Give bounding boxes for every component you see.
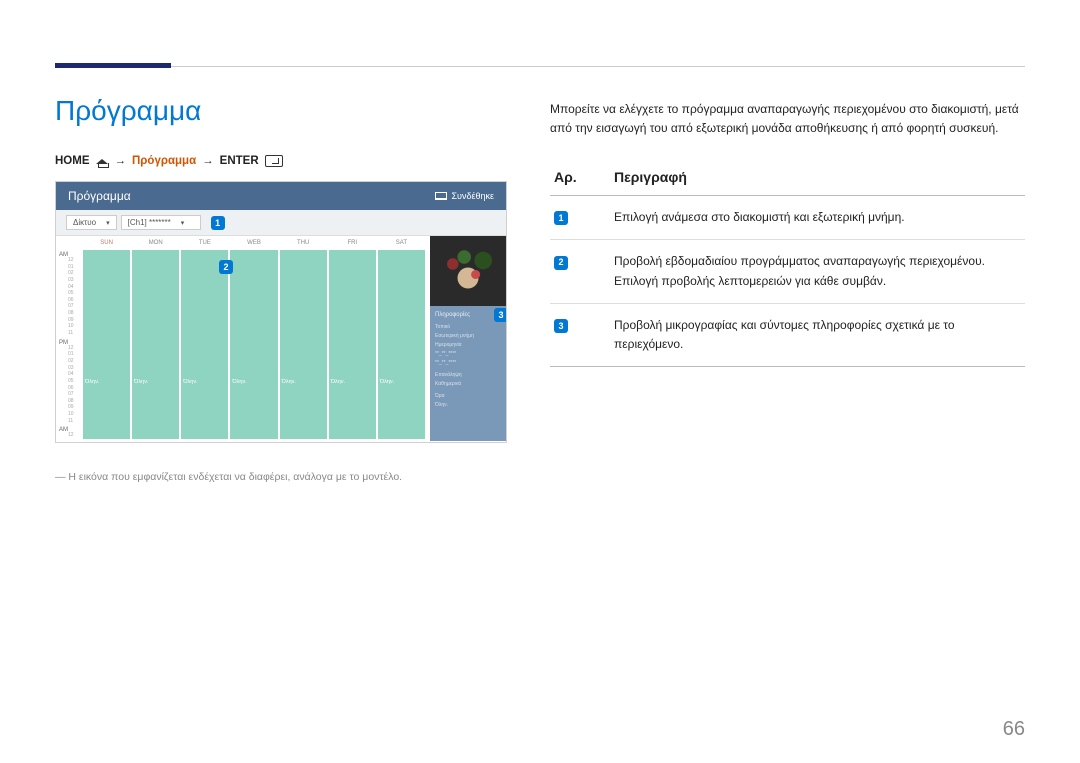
row-number-badge: 3 [554,319,568,333]
calendar-event[interactable]: Όλην. [378,250,425,439]
callout-3: 3 [494,308,507,322]
screenshot-mockup: Πρόγραμμα Συνδέθηκε Δίκτυο ▾ [Ch1] *****… [55,181,507,443]
channel-select[interactable]: [Ch1] ******* ▾ [121,215,201,230]
enter-icon [265,155,283,167]
mock-title: Πρόγραμμα [68,189,131,203]
chevron-down-icon: ▾ [106,219,110,227]
top-rule [55,66,1025,67]
left-column: Πρόγραμμα HOME → Πρόγραμμα → ENTER Πρόγρ… [55,95,507,483]
calendar-event[interactable]: Όλην. [181,250,228,439]
thumbnail [430,236,506,306]
calendar-event[interactable]: Όλην. [329,250,376,439]
info-box: 3 Πληροφορίες Τοπικό Εσωτερική μνήμη Ημε… [430,306,506,441]
calendar-event[interactable]: Όλην. [280,250,327,439]
mock-toolbar: Δίκτυο ▾ [Ch1] ******* ▾ 1 [56,210,506,236]
table-row: 2 Προβολή εβδομαδιαίου προγράμματος αναπ… [550,240,1025,303]
row-desc: Επιλογή ανάμεσα στο διακομιστή και εξωτε… [610,196,1025,240]
calendar-header: SUN MON TUE WEB THU FRI SAT [56,236,426,250]
row-desc: Προβολή μικρογραφίας και σύντομες πληροφ… [610,303,1025,366]
arrow-icon: → [202,155,214,167]
arrow-icon: → [115,155,127,167]
day-header: SAT [377,240,426,246]
day-header: WEB [229,240,278,246]
intro-paragraph: Μπορείτε να ελέγχετε το πρόγραμμα αναπαρ… [550,100,1025,137]
row-number-badge: 2 [554,256,568,270]
day-header: FRI [328,240,377,246]
mock-body: 2 SUN MON TUE WEB THU FRI SAT AM 12 01 [56,236,506,441]
row-desc: Προβολή εβδομαδιαίου προγράμματος αναπαρ… [610,240,1025,303]
info-panel: 3 Πληροφορίες Τοπικό Εσωτερική μνήμη Ημε… [430,236,506,441]
table-row: 1 Επιλογή ανάμεσα στο διακομιστή και εξω… [550,196,1025,240]
info-header: Πληροφορίες [435,310,501,321]
breadcrumb-enter: ENTER [220,155,259,167]
page-number: 66 [1003,718,1025,741]
home-icon [96,156,109,166]
calendar: 2 SUN MON TUE WEB THU FRI SAT AM 12 01 [56,236,430,441]
calendar-grid: AM 12 01 02 03 04 05 06 07 08 09 10 11 P… [56,250,426,440]
select-label: Δίκτυο [73,218,96,227]
description-table: Αρ. Περιγραφή 1 Επιλογή ανάμεσα στο διακ… [550,161,1025,367]
table-row: 3 Προβολή μικρογραφίας και σύντομες πληρ… [550,303,1025,366]
callout-1: 1 [211,216,225,230]
table-head-no: Αρ. [550,161,610,196]
image-disclaimer: ― Η εικόνα που εμφανίζεται ενδέχεται να … [55,471,507,483]
mock-titlebar: Πρόγραμμα Συνδέθηκε [56,182,506,210]
day-header: SUN [82,240,131,246]
page-title: Πρόγραμμα [55,95,507,127]
calendar-event[interactable]: Όλην. [230,250,277,439]
mock-status: Συνδέθηκε [435,191,494,201]
day-header: THU [279,240,328,246]
calendar-event[interactable]: Όλην. [132,250,179,439]
day-header: MON [131,240,180,246]
breadcrumb-home: HOME [55,155,90,167]
network-select[interactable]: Δίκτυο ▾ [66,215,117,230]
right-column: Μπορείτε να ελέγχετε το πρόγραμμα αναπαρ… [550,100,1025,367]
time-column: AM 12 01 02 03 04 05 06 07 08 09 10 11 P… [56,250,82,440]
breadcrumb-mid: Πρόγραμμα [132,155,196,167]
row-number-badge: 1 [554,211,568,225]
chevron-down-icon: ▾ [181,219,185,227]
table-head-desc: Περιγραφή [610,161,1025,196]
select-label: [Ch1] ******* [128,218,171,227]
breadcrumb: HOME → Πρόγραμμα → ENTER [55,155,507,167]
monitor-icon [435,192,447,200]
calendar-event[interactable]: Όλην. [83,250,130,439]
mock-status-text: Συνδέθηκε [451,191,494,201]
callout-2: 2 [219,260,233,274]
day-header: TUE [180,240,229,246]
